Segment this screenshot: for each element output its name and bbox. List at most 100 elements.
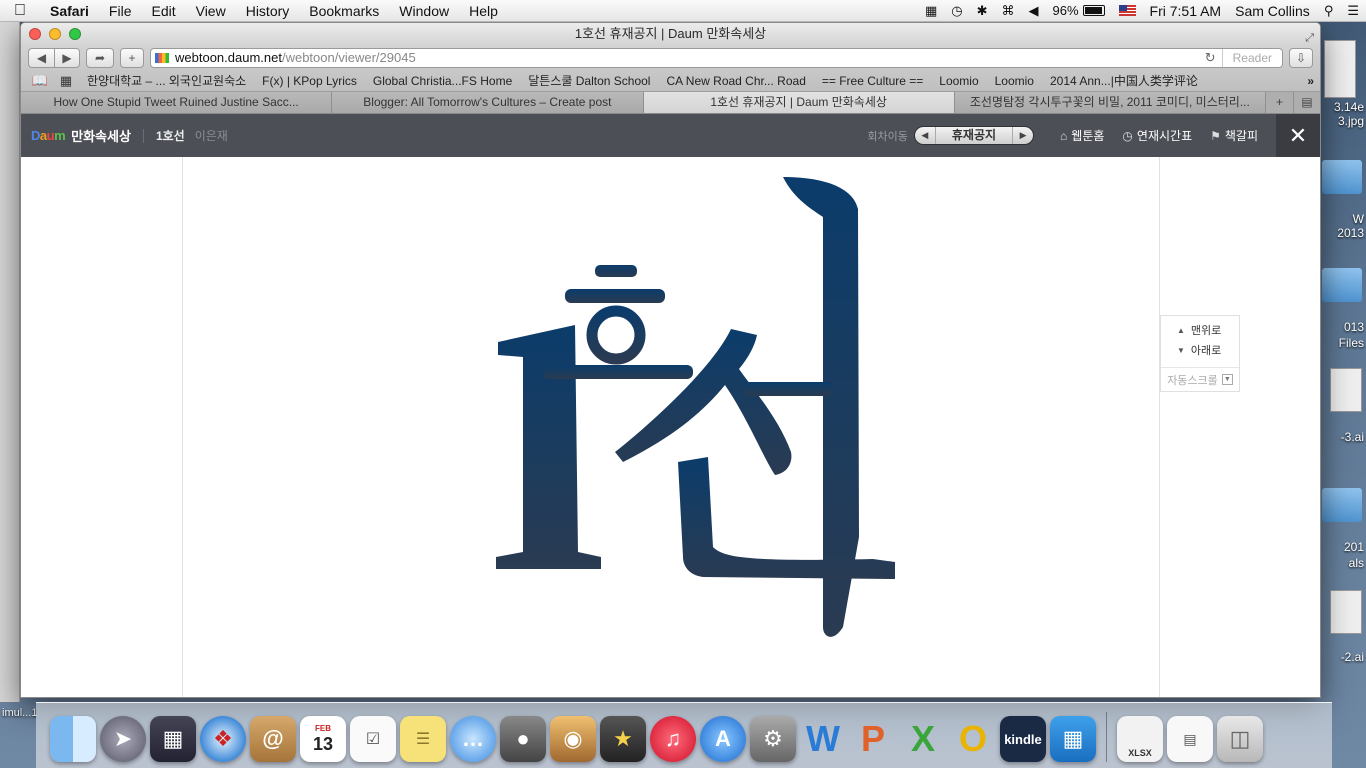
mission-control-icon[interactable]: ▦	[150, 716, 196, 762]
excel-icon[interactable]: X	[900, 716, 946, 762]
reader-button[interactable]: Reader	[1221, 48, 1282, 67]
contacts-icon[interactable]: @	[250, 716, 296, 762]
safari-icon[interactable]: ❖	[200, 716, 246, 762]
apple-menu-icon[interactable]: 	[0, 2, 40, 20]
auto-scroll-toggle[interactable]: 자동스크롤 ▼	[1161, 367, 1239, 391]
tab-justine-sacco[interactable]: How One Stupid Tweet Ruined Justine Sacc…	[21, 92, 333, 113]
app-store-icon[interactable]: A	[700, 716, 746, 762]
bookmark-item[interactable]: 한양대학교 – ... 외국인교원숙소	[79, 72, 254, 89]
daum-logo[interactable]: Daum 만화속세상	[21, 126, 131, 145]
zoom-window-button[interactable]	[69, 28, 81, 40]
menu-help[interactable]: Help	[459, 0, 508, 22]
finder-icon[interactable]	[50, 716, 96, 762]
facetime-icon[interactable]: ●	[500, 716, 546, 762]
reading-list-icon[interactable]: 📖	[27, 73, 53, 89]
reminders-icon[interactable]: ☑	[350, 716, 396, 762]
scroll-control-panel: ▲ 맨위로 ▼ 아래로 자동스크롤 ▼	[1160, 315, 1240, 392]
launchpad-icon[interactable]: ➤	[100, 716, 146, 762]
dock-separator	[1106, 712, 1107, 762]
menu-edit[interactable]: Edit	[141, 0, 185, 22]
menu-window[interactable]: Window	[389, 0, 459, 22]
tab-overview-icon[interactable]: ▤	[1294, 92, 1320, 113]
clock[interactable]: Fri 7:51 AM	[1143, 0, 1229, 22]
dropdown-arrow-icon[interactable]: ▼	[1221, 374, 1233, 385]
desktop-file-icon[interactable]	[1324, 40, 1356, 98]
notification-center-icon[interactable]: ☰	[1340, 0, 1366, 22]
bookmark-item[interactable]: Global Christia...FS Home	[365, 74, 520, 88]
tab-blogger[interactable]: Blogger: All Tomorrow's Cultures – Creat…	[332, 92, 644, 113]
menu-bookmarks[interactable]: Bookmarks	[299, 0, 389, 22]
menu-file[interactable]: File	[99, 0, 142, 22]
fullscreen-icon[interactable]: ⤢	[1305, 27, 1314, 49]
word-icon[interactable]: W	[800, 716, 846, 762]
next-episode-icon[interactable]: ▶	[1013, 130, 1033, 141]
bookmark-item[interactable]: 달튼스쿨 Dalton School	[520, 72, 658, 89]
tab-webtoon-active[interactable]: 1호선 휴재공지 | Daum 만화속세상	[643, 92, 955, 113]
bookmark-item[interactable]: F(x) | KPop Lyrics	[254, 74, 365, 88]
desktop-folder-icon[interactable]	[1322, 268, 1362, 302]
volume-icon[interactable]: ◀	[1021, 0, 1045, 22]
window-titlebar[interactable]: 1호선 휴재공지 | Daum 만화속세상 ⤢	[21, 23, 1320, 45]
system-preferences-icon[interactable]: ⚙	[750, 716, 796, 762]
messages-icon[interactable]: …	[450, 716, 496, 762]
document-stack-icon[interactable]: ▤	[1167, 716, 1213, 762]
add-bookmark-button[interactable]: +	[120, 47, 144, 68]
bookmark-item[interactable]: CA New Road Chr... Road	[658, 74, 813, 88]
mission-control-status-icon[interactable]: ▦	[918, 0, 944, 22]
photo-booth-icon[interactable]: ◉	[550, 716, 596, 762]
itunes-icon[interactable]: ♫	[650, 716, 696, 762]
time-machine-icon[interactable]: ◷	[944, 0, 969, 22]
stickies-icon[interactable]: ☰	[400, 716, 446, 762]
window-title: 1호선 휴재공지 | Daum 만화속세상	[574, 26, 767, 41]
menu-history[interactable]: History	[236, 0, 300, 22]
address-bar[interactable]: webtoon.daum.net/webtoon/viewer/29045 ↻ …	[150, 47, 1283, 68]
new-tab-icon[interactable]: +	[1266, 92, 1294, 113]
menu-view[interactable]: View	[186, 0, 236, 22]
more-bookmarks-icon[interactable]: »	[1307, 74, 1314, 88]
menu-app-safari[interactable]: Safari	[40, 0, 99, 22]
close-window-button[interactable]	[29, 28, 41, 40]
prev-episode-icon[interactable]: ◀	[915, 130, 935, 141]
wifi-icon[interactable]: ⌘	[994, 0, 1021, 22]
minimize-window-button[interactable]	[49, 28, 61, 40]
bookmark-link[interactable]: ⚑ 책갈피	[1210, 127, 1258, 144]
back-button[interactable]: ◀	[28, 47, 54, 68]
downloads-button[interactable]: ⇩	[1289, 47, 1313, 68]
desktop-folder-icon[interactable]	[1322, 160, 1362, 194]
top-sites-icon[interactable]: ▦	[53, 73, 79, 89]
imovie-icon[interactable]: ★	[600, 716, 646, 762]
tab-movie[interactable]: 조선명탐정 각시투구꽃의 비밀, 2011 코미디, 미스터리...	[954, 92, 1266, 113]
scroll-to-top-button[interactable]: ▲ 맨위로	[1161, 320, 1239, 340]
desktop-file-icon[interactable]	[1330, 590, 1362, 634]
trash-icon[interactable]: ◫	[1217, 716, 1263, 762]
close-viewer-button[interactable]: ✕	[1276, 114, 1320, 157]
outlook-icon[interactable]: O	[950, 716, 996, 762]
desktop-folder-icon[interactable]	[1322, 488, 1362, 522]
kindle-icon[interactable]: kindle	[1000, 716, 1046, 762]
forward-button[interactable]: ▶	[54, 47, 80, 68]
author-name[interactable]: 이은재	[195, 127, 228, 144]
bookmark-item[interactable]: 2014 Ann...|中国人类学评论	[1042, 72, 1206, 89]
reload-icon[interactable]: ↻	[1199, 50, 1222, 66]
battery-status[interactable]: 96%	[1045, 0, 1111, 22]
xlsx-file-icon[interactable]: XLSX	[1117, 716, 1163, 762]
powerpoint-icon[interactable]: P	[850, 716, 896, 762]
bluetooth-icon[interactable]: ✱	[970, 0, 995, 22]
naver-dictionary-icon[interactable]: ▦	[1050, 716, 1096, 762]
scroll-to-bottom-button[interactable]: ▼ 아래로	[1161, 340, 1239, 360]
webtoon-home-link[interactable]: ⌂ 웹툰홈	[1060, 127, 1104, 144]
schedule-link[interactable]: ◷ 연재시간표	[1122, 127, 1192, 144]
input-source-flag-icon[interactable]	[1112, 5, 1143, 16]
calendar-icon[interactable]: FEB 13	[300, 716, 346, 762]
bookmark-item[interactable]: Loomio	[987, 74, 1042, 88]
spotlight-icon[interactable]: ⚲	[1317, 0, 1341, 22]
bookmark-item[interactable]: Loomio	[931, 74, 986, 88]
user-name[interactable]: Sam Collins	[1228, 0, 1317, 22]
share-button[interactable]: ➦	[86, 47, 114, 68]
desktop-file-icon[interactable]	[1330, 368, 1362, 412]
bookmark-item[interactable]: == Free Culture ==	[814, 74, 931, 88]
home-icon: ⌂	[1060, 128, 1068, 143]
current-episode[interactable]: 휴재공지	[934, 127, 1014, 144]
scroll-bottom-label: 아래로	[1190, 345, 1222, 357]
webtoon-title[interactable]: 1호선	[156, 127, 185, 144]
